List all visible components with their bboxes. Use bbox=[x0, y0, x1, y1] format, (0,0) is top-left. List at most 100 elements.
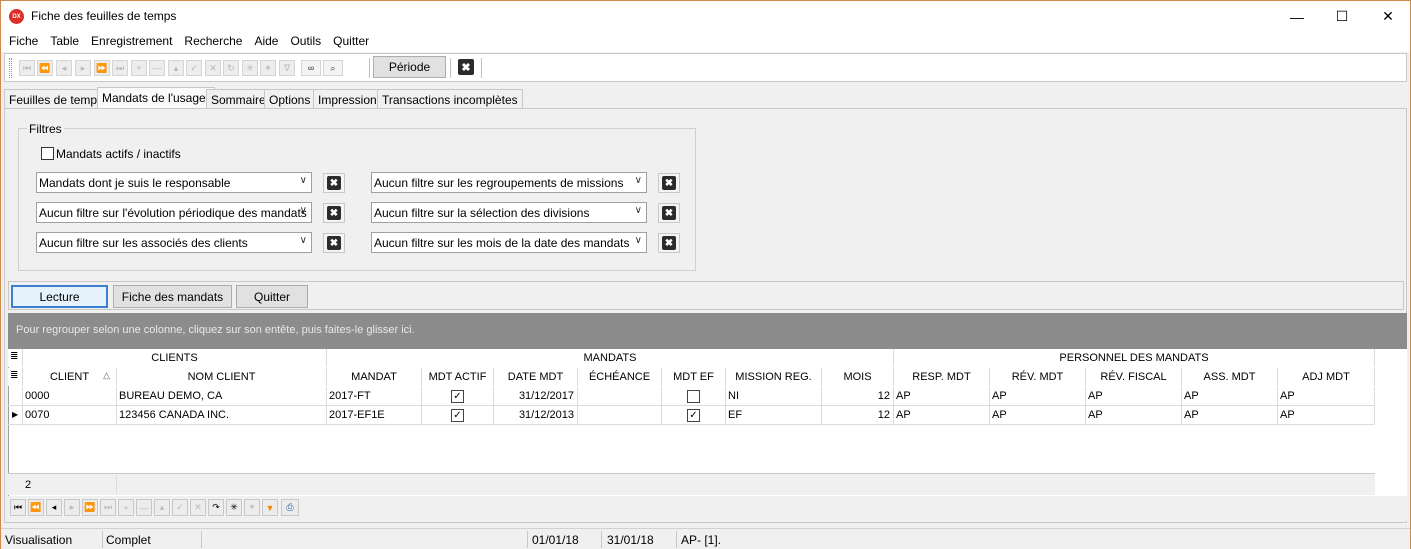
cell-ef[interactable] bbox=[662, 387, 726, 406]
first-toolbar-button[interactable]: ⏮ bbox=[19, 60, 35, 76]
clear-filter-button[interactable]: ✖ bbox=[658, 203, 680, 223]
menu-fiche[interactable]: Fiche bbox=[3, 32, 44, 52]
post-toolbar-button[interactable]: ✓ bbox=[186, 60, 202, 76]
band-header-0[interactable]: CLIENTS bbox=[23, 349, 327, 367]
cell-checkbox[interactable] bbox=[687, 390, 700, 403]
cell-ef[interactable]: ✓ bbox=[662, 406, 726, 425]
first-nav-button[interactable]: ⏮ bbox=[10, 499, 26, 516]
menu-quitter[interactable]: Quitter bbox=[327, 32, 375, 52]
clear-filter-button[interactable]: ✖ bbox=[658, 173, 680, 193]
clear-filter-button[interactable]: ✖ bbox=[323, 173, 345, 193]
binoculars-toolbar-button[interactable]: ∞ bbox=[301, 60, 321, 76]
band-header-2[interactable]: PERSONNEL DES MANDATS bbox=[894, 349, 1375, 367]
toolbar-grip[interactable] bbox=[9, 58, 12, 78]
column-header-ass[interactable]: ASS. MDT bbox=[1182, 368, 1278, 386]
next-page-nav-button[interactable]: ⏩ bbox=[82, 499, 98, 516]
column-header-fiscal[interactable]: RÉV. FISCAL bbox=[1086, 368, 1182, 386]
edit-toolbar-button[interactable]: ▴ bbox=[168, 60, 184, 76]
last-toolbar-button[interactable]: ⏭ bbox=[112, 60, 128, 76]
tab-options[interactable]: Options bbox=[264, 89, 316, 108]
lecture-button[interactable]: Lecture bbox=[11, 285, 108, 308]
clear-filter-button[interactable]: ✖ bbox=[658, 233, 680, 253]
menu-outils[interactable]: Outils bbox=[284, 32, 327, 52]
clear-filter-button[interactable]: ✖ bbox=[323, 233, 345, 253]
group-by-panel[interactable]: Pour regrouper selon une colonne, clique… bbox=[8, 313, 1407, 349]
fiche-mandats-button[interactable]: Fiche des mandats bbox=[113, 285, 232, 308]
clear-filter-button[interactable]: ✖ bbox=[323, 203, 345, 223]
menu-enregistrement[interactable]: Enregistrement bbox=[85, 32, 178, 52]
row-indicator[interactable] bbox=[8, 387, 23, 406]
asterisk-toolbar-button[interactable]: ✳ bbox=[242, 60, 258, 76]
next-page-toolbar-button[interactable]: ⏩ bbox=[94, 60, 110, 76]
insert-icon: + bbox=[123, 502, 129, 513]
delete-toolbar-button[interactable]: — bbox=[149, 60, 165, 76]
filter-associes-select[interactable]: Aucun filtre sur les associés des client… bbox=[36, 232, 312, 253]
column-header-mission[interactable]: MISSION REG. bbox=[726, 368, 822, 386]
tab-sommaire[interactable]: Sommaire bbox=[206, 89, 271, 108]
band-header-1[interactable]: MANDATS bbox=[327, 349, 894, 367]
column-header-mois[interactable]: MOIS bbox=[822, 368, 894, 386]
cell-checkbox[interactable]: ✓ bbox=[687, 409, 700, 422]
quitter-button[interactable]: Quitter bbox=[236, 285, 308, 308]
refresh-nav-button[interactable]: ↷ bbox=[208, 499, 224, 516]
refresh-toolbar-button[interactable]: ↻ bbox=[223, 60, 239, 76]
menu-aide[interactable]: Aide bbox=[248, 32, 284, 52]
column-header-echeance[interactable]: ÉCHÉANCE bbox=[578, 368, 662, 386]
column-header-mandat[interactable]: MANDAT bbox=[327, 368, 422, 386]
asterisk-alt-toolbar-button[interactable]: ✴ bbox=[260, 60, 276, 76]
toolbar-close-button[interactable]: ✖ bbox=[458, 59, 474, 75]
row-indicator[interactable]: ▶ bbox=[8, 406, 23, 425]
menu-table[interactable]: Table bbox=[44, 32, 85, 52]
next-nav-button[interactable]: ▸ bbox=[64, 499, 80, 516]
column-menu-icon[interactable]: ≣ bbox=[8, 368, 23, 386]
last-nav-button[interactable]: ⏭ bbox=[100, 499, 116, 516]
filter-mois-select[interactable]: Aucun filtre sur les mois de la date des… bbox=[371, 232, 647, 253]
close-window-button[interactable]: ✕ bbox=[1365, 1, 1411, 32]
add-toolbar-button[interactable]: + bbox=[131, 60, 147, 76]
column-header-rev[interactable]: RÉV. MDT bbox=[990, 368, 1086, 386]
column-header-adj[interactable]: ADJ MDT bbox=[1278, 368, 1375, 386]
prev-toolbar-button[interactable]: ◂ bbox=[56, 60, 72, 76]
maximize-button[interactable]: ☐ bbox=[1319, 1, 1365, 32]
asterisk-nav-button[interactable]: ✳ bbox=[226, 499, 242, 516]
periode-button[interactable]: Période bbox=[373, 56, 446, 78]
column-header-date[interactable]: DATE MDT bbox=[494, 368, 578, 386]
cancel-nav-button[interactable]: ✕ bbox=[190, 499, 206, 516]
magnifier-toolbar-button[interactable]: ⌕ bbox=[323, 60, 343, 76]
delete-nav-button[interactable]: — bbox=[136, 499, 152, 516]
cell-checkbox[interactable]: ✓ bbox=[451, 409, 464, 422]
mandats-actifs-checkbox[interactable] bbox=[41, 147, 54, 160]
minimize-button[interactable]: — bbox=[1274, 1, 1320, 32]
band-menu-icon[interactable]: ≣ bbox=[8, 349, 23, 367]
cell-actif[interactable]: ✓ bbox=[422, 387, 494, 406]
prev-page-nav-button[interactable]: ⏪ bbox=[28, 499, 44, 516]
tab-impression[interactable]: Impression bbox=[313, 89, 382, 108]
tab-feuilles-de-temps[interactable]: Feuilles de temps bbox=[4, 89, 109, 108]
refresh-icon: ↷ bbox=[212, 502, 220, 512]
filter-regroupements-select[interactable]: Aucun filtre sur les regroupements de mi… bbox=[371, 172, 647, 193]
edit-nav-button[interactable]: ▴ bbox=[154, 499, 170, 516]
column-header-client[interactable]: CLIENT △ bbox=[23, 368, 117, 386]
asterisk-alt-nav-button[interactable]: ✴ bbox=[244, 499, 260, 516]
filter-nav-button[interactable]: ▼ bbox=[262, 499, 278, 516]
cancel-toolbar-button[interactable]: ✕ bbox=[205, 60, 221, 76]
next-toolbar-button[interactable]: ▸ bbox=[75, 60, 91, 76]
filter-divisions-select[interactable]: Aucun filtre sur la sélection des divisi… bbox=[371, 202, 647, 223]
column-header-resp[interactable]: RESP. MDT bbox=[894, 368, 990, 386]
prev-page-toolbar-button[interactable]: ⏪ bbox=[37, 60, 53, 76]
column-header-nom[interactable]: NOM CLIENT bbox=[117, 368, 327, 386]
tab-mandats-usager[interactable]: Mandats de l'usager bbox=[97, 87, 215, 109]
column-header-actif[interactable]: MDT ACTIF bbox=[422, 368, 494, 386]
filter-evolution-select[interactable]: Aucun filtre sur l'évolution périodique … bbox=[36, 202, 312, 223]
post-nav-button[interactable]: ✓ bbox=[172, 499, 188, 516]
menu-recherche[interactable]: Recherche bbox=[178, 32, 248, 52]
column-header-ef[interactable]: MDT EF bbox=[662, 368, 726, 386]
print-nav-button[interactable]: ⎙ bbox=[281, 499, 299, 516]
filter-toolbar-button[interactable]: ∇ bbox=[279, 60, 295, 76]
prev-nav-button[interactable]: ◂ bbox=[46, 499, 62, 516]
tab-transactions-incompletes[interactable]: Transactions incomplètes bbox=[377, 89, 523, 108]
insert-nav-button[interactable]: + bbox=[118, 499, 134, 516]
filter-responsable-select[interactable]: Mandats dont je suis le responsable ∨ bbox=[36, 172, 312, 193]
cell-checkbox[interactable]: ✓ bbox=[451, 390, 464, 403]
cell-actif[interactable]: ✓ bbox=[422, 406, 494, 425]
